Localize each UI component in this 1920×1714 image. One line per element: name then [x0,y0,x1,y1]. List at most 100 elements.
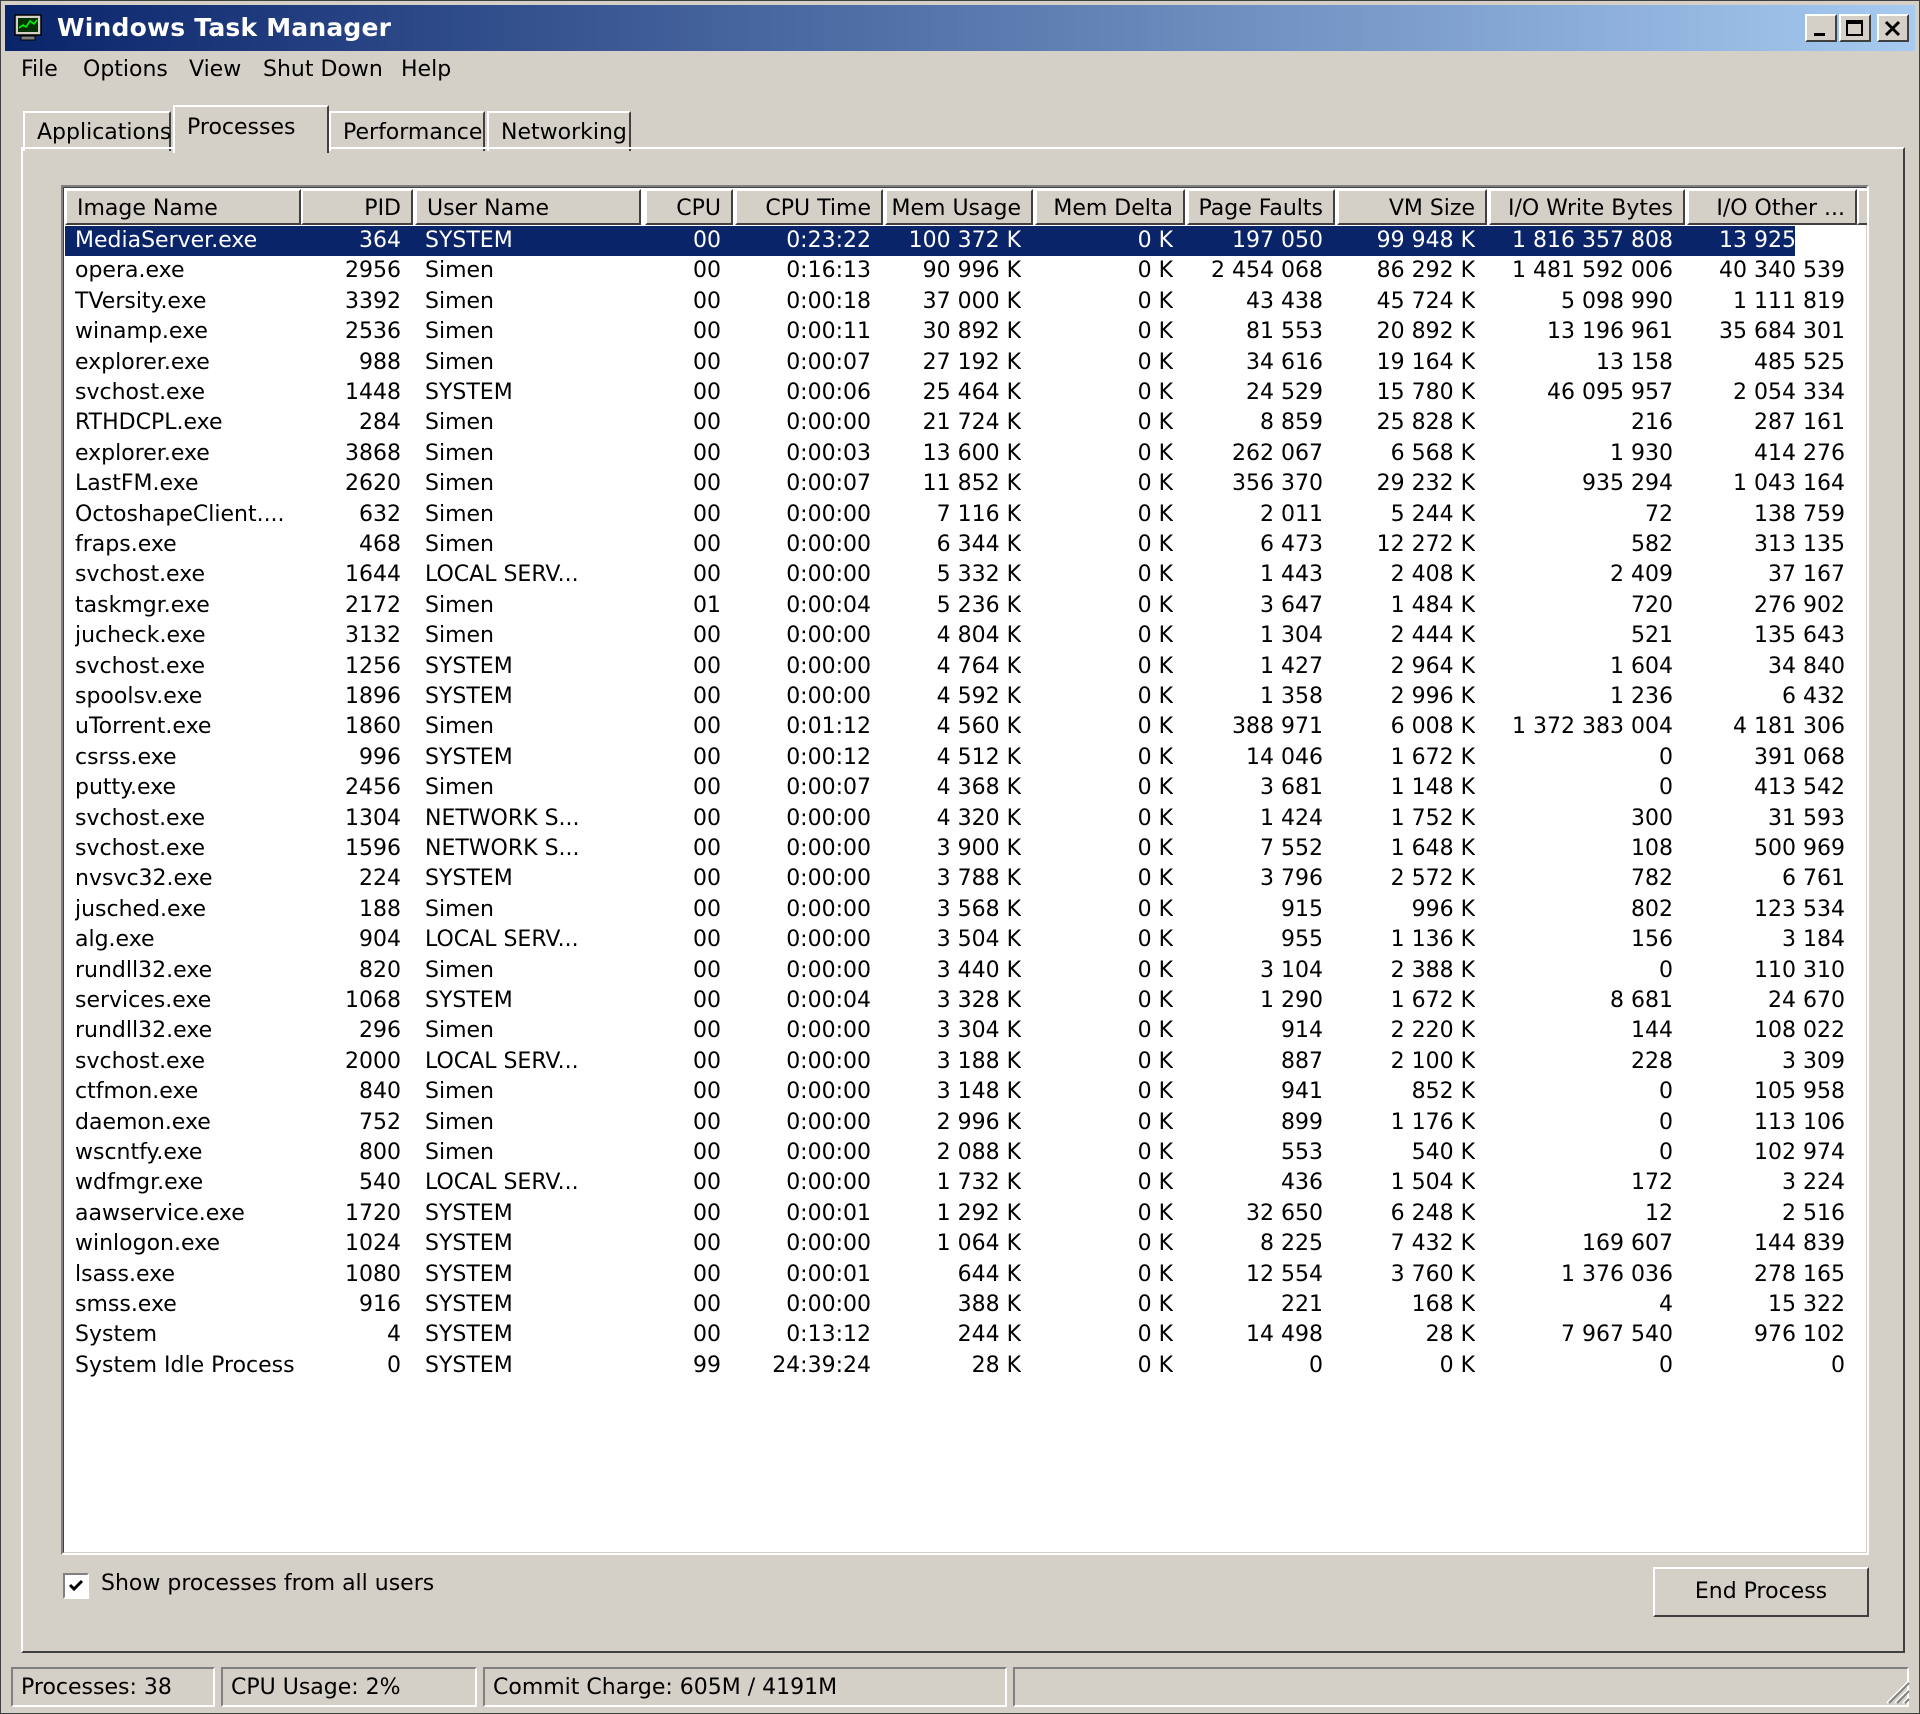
cell-user-name: Simen [425,349,494,375]
cell-image-name: lsass.exe [75,1261,175,1287]
table-row[interactable]: alg.exe 904 LOCAL SERV... 00 0:00:00 3 504 K 0… [65,925,1845,955]
column-header-mem-usage[interactable]: Mem Usage [885,189,1033,225]
table-row[interactable]: explorer.exe 3868 Simen 00 0:00:03 13 600 K 0 … [65,439,1845,469]
table-row[interactable]: opera.exe 2956 Simen 00 0:16:13 90 996 K 0 K 2 … [65,256,1845,286]
cell-mem-delta: 0 K [1137,714,1173,740]
column-header-page-faults[interactable]: Page Faults [1187,189,1335,225]
column-header-mem-delta[interactable]: Mem Delta [1035,189,1185,225]
cell-mem-usage: 1 292 K [936,1200,1021,1226]
column-header-image-name[interactable]: Image Name [65,189,301,225]
table-row[interactable]: wscntfy.exe 800 Simen 00 0:00:00 2 088 K 0 K 55… [65,1138,1845,1168]
menu-view[interactable]: View [189,57,241,82]
table-row[interactable]: lsass.exe 1080 SYSTEM 00 0:00:01 644 K 0 K 12 5… [65,1260,1845,1290]
cell-io-write-bytes: 0 [1659,1109,1673,1135]
cell-user-name: SYSTEM [425,1322,513,1348]
tab-processes[interactable]: Processes [173,105,329,153]
table-row[interactable]: svchost.exe 1644 LOCAL SERV... 00 0:00:00 5 3… [65,560,1845,590]
table-row[interactable]: svchost.exe 1256 SYSTEM 00 0:00:00 4 764 K 0 K… [65,652,1845,682]
minimize-button[interactable] [1805,14,1837,42]
cell-user-name: SYSTEM [425,1231,513,1257]
column-header-io-write-bytes[interactable]: I/O Write Bytes [1489,189,1685,225]
cell-pid: 632 [359,501,401,527]
title-bar[interactable]: Windows Task Manager [5,5,1915,51]
cell-pid: 1596 [345,836,401,861]
resize-grip-icon[interactable] [1881,1675,1911,1705]
cell-cpu: 00 [693,1292,721,1317]
cell-pid: 188 [359,896,401,922]
menu-shut-down[interactable]: Shut Down [263,57,383,82]
cell-cpu: 00 [693,501,721,527]
table-row[interactable]: OctoshapeClient.... 632 Simen 00 0:00:00 7 11… [65,500,1845,530]
tab-networking[interactable]: Networking [487,111,631,151]
cell-pid: 916 [359,1292,401,1317]
table-row[interactable]: jucheck.exe 3132 Simen 00 0:00:00 4 804 K 0 K 1… [65,621,1845,651]
table-row[interactable]: services.exe 1068 SYSTEM 00 0:00:04 3 328 K 0 … [65,986,1845,1016]
table-row[interactable]: rundll32.exe 820 Simen 00 0:00:00 3 440 K 0 K 3… [65,956,1845,986]
tab-applications[interactable]: Applications [23,111,171,151]
show-all-users-option[interactable]: Show processes from all users [63,1571,463,1603]
show-all-users-checkbox[interactable] [63,1573,89,1599]
table-row[interactable]: uTorrent.exe 1860 Simen 00 0:01:12 4 560 K 0 K… [65,712,1845,742]
table-row[interactable]: System 4 SYSTEM 00 0:13:12 244 K 0 K 14 498 28 K… [65,1320,1845,1350]
cell-image-name: jusched.exe [75,896,207,922]
table-row[interactable]: svchost.exe 1596 NETWORK S... 00 0:00:00 3 90… [65,834,1845,864]
table-row[interactable]: putty.exe 2456 Simen 00 0:00:07 4 368 K 0 K 3 6… [65,773,1845,803]
cell-cpu-time: 0:00:00 [786,866,871,892]
table-row[interactable]: winamp.exe 2536 Simen 00 0:00:11 30 892 K 0 K 8… [65,317,1845,347]
maximize-button[interactable] [1839,14,1871,42]
cell-image-name: svchost.exe [75,1048,206,1074]
table-row[interactable]: explorer.exe 988 Simen 00 0:00:07 27 192 K 0 K… [65,348,1845,378]
column-header-user-name[interactable]: User Name [415,189,641,225]
column-header-cpu-time[interactable]: CPU Time [735,189,883,225]
table-row[interactable]: jusched.exe 188 Simen 00 0:00:00 3 568 K 0 K 91… [65,895,1845,925]
table-row[interactable]: RTHDCPL.exe 284 Simen 00 0:00:00 21 724 K 0 K 8… [65,408,1845,438]
tab-performance[interactable]: Performance [329,111,485,151]
table-row[interactable]: svchost.exe 1304 NETWORK S... 00 0:00:00 4 32… [65,804,1845,834]
column-header-label: CPU [676,196,721,221]
table-row[interactable]: ctfmon.exe 840 Simen 00 0:00:00 3 148 K 0 K 941… [65,1077,1845,1107]
table-row[interactable]: wdfmgr.exe 540 LOCAL SERV... 00 0:00:00 1 732… [65,1168,1845,1198]
cell-vm-size: 15 780 K [1376,380,1475,405]
table-row[interactable]: svchost.exe 2000 LOCAL SERV... 00 0:00:00 3 1… [65,1047,1845,1077]
column-header-io-other[interactable]: I/O Other ... [1687,189,1857,225]
column-header-cpu[interactable]: CPU [645,189,733,225]
table-row[interactable]: MediaServer.exe 364 SYSTEM 00 0:23:22 100 372… [65,226,1845,256]
table-row[interactable]: smss.exe 916 SYSTEM 00 0:00:00 388 K 0 K 221 168… [65,1290,1845,1320]
end-process-button[interactable]: End Process [1653,1567,1869,1617]
cell-image-name: explorer.exe [75,349,210,375]
column-header-pid[interactable]: PID [301,189,413,225]
cell-user-name: LOCAL SERV... [425,562,579,588]
table-row[interactable]: taskmgr.exe 2172 Simen 01 0:00:04 5 236 K 0 K 3… [65,591,1845,621]
table-row[interactable]: LastFM.exe 2620 Simen 00 0:00:07 11 852 K 0 K 3… [65,469,1845,499]
end-process-label: End Process [1694,1579,1828,1604]
cell-cpu: 00 [693,957,721,983]
cell-mem-usage: 4 560 K [936,714,1021,740]
cell-io-write-bytes: 1 604 [1610,653,1673,679]
table-row[interactable]: TVersity.exe 3392 Simen 00 0:00:18 37 000 K 0 … [65,287,1845,317]
cell-cpu: 00 [693,927,721,953]
menu-options[interactable]: Options [83,57,168,82]
table-row[interactable]: fraps.exe 468 Simen 00 0:00:00 6 344 K 0 K 6 47… [65,530,1845,560]
cell-mem-delta: 0 K [1137,1322,1173,1348]
table-row[interactable]: rundll32.exe 296 Simen 00 0:00:00 3 304 K 0 K 9… [65,1016,1845,1046]
cell-mem-usage: 6 344 K [936,532,1021,557]
menu-help[interactable]: Help [401,57,451,82]
table-row[interactable]: svchost.exe 1448 SYSTEM 00 0:00:06 25 464 K 0 … [65,378,1845,408]
cell-user-name: SYSTEM [425,684,513,709]
cell-cpu-time: 0:00:04 [786,592,871,618]
column-header-vm-size[interactable]: VM Size [1337,189,1487,225]
table-row[interactable]: aawservice.exe 1720 SYSTEM 00 0:00:01 1 292 K… [65,1199,1845,1229]
table-row[interactable]: System Idle Process 0 SYSTEM 99 24:39:24 28 K… [65,1351,1845,1381]
table-row[interactable]: daemon.exe 752 Simen 00 0:00:00 2 996 K 0 K 899… [65,1108,1845,1138]
process-list[interactable]: Image Name PID User Name CPU CPU Time Mem Usa… [61,185,1869,1555]
cell-page-faults: 197 050 [1232,228,1323,253]
cell-user-name: NETWORK S... [425,836,580,861]
table-row[interactable]: spoolsv.exe 1896 SYSTEM 00 0:00:00 4 592 K 0 K… [65,682,1845,712]
minimize-icon [1814,33,1825,36]
table-row[interactable]: winlogon.exe 1024 SYSTEM 00 0:00:00 1 064 K 0 … [65,1229,1845,1259]
menu-file[interactable]: File [21,57,58,82]
table-row[interactable]: nvsvc32.exe 224 SYSTEM 00 0:00:00 3 788 K 0 K 3… [65,864,1845,894]
close-button[interactable] [1877,14,1909,42]
cell-page-faults: 1 358 [1260,684,1323,709]
table-row[interactable]: csrss.exe 996 SYSTEM 00 0:00:12 4 512 K 0 K 14 … [65,743,1845,773]
